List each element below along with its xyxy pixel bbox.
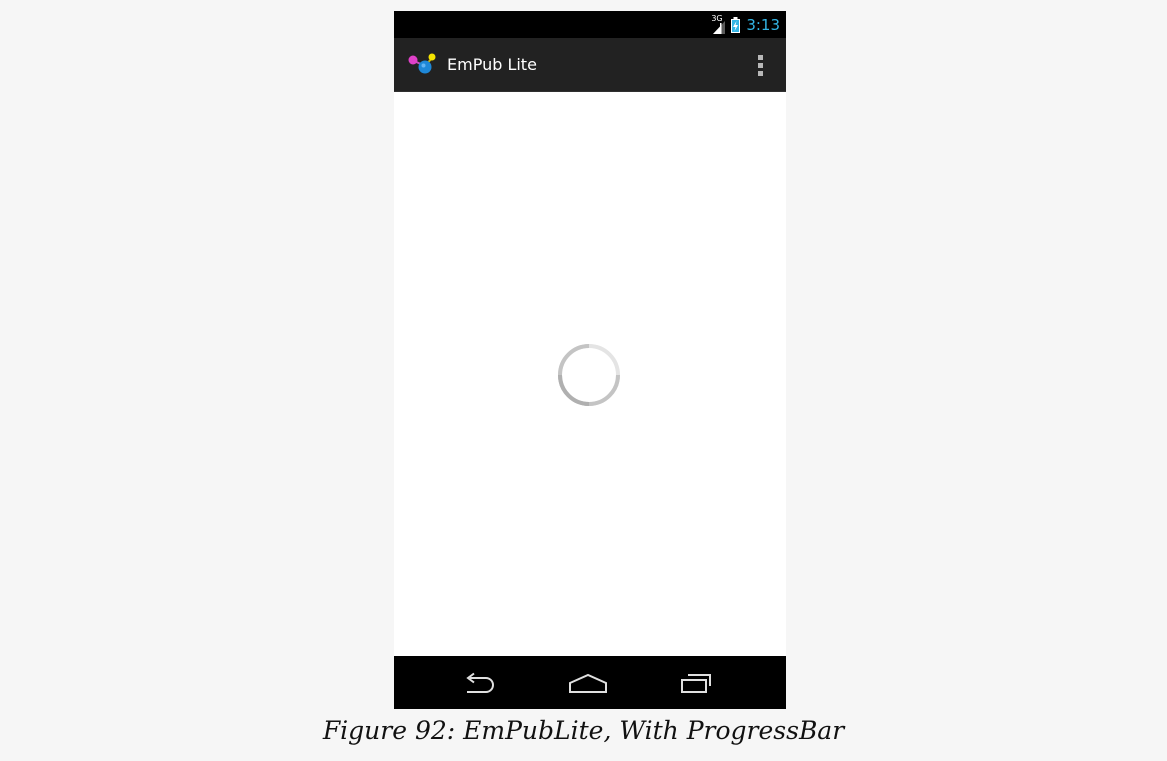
- navigation-bar: [394, 656, 786, 709]
- signal-icon: [713, 20, 726, 34]
- page: 3G 3:13 EmPub Lite Figure 92: EmPubLite,…: [0, 0, 1167, 761]
- content-area: [394, 92, 786, 656]
- home-button[interactable]: [568, 669, 608, 697]
- overflow-menu-icon[interactable]: [754, 52, 766, 78]
- battery-charging-icon: [731, 16, 741, 33]
- app-title: EmPub Lite: [447, 55, 537, 74]
- signal-indicator: 3G: [711, 14, 727, 34]
- status-bar-indicators: 3G 3:13: [711, 11, 780, 38]
- recent-apps-icon: [681, 674, 711, 693]
- status-clock: 3:13: [746, 15, 780, 34]
- overflow-dot: [757, 62, 763, 68]
- recent-apps-button[interactable]: [676, 669, 716, 697]
- figure-caption: Figure 92: EmPubLite, With ProgressBar: [322, 716, 845, 745]
- back-icon: [466, 672, 494, 693]
- status-bar: 3G 3:13: [394, 11, 786, 38]
- overflow-dot: [757, 54, 763, 60]
- overflow-dot: [757, 70, 763, 76]
- action-bar: EmPub Lite: [394, 38, 786, 92]
- back-button[interactable]: [460, 669, 500, 697]
- empub-logo-icon[interactable]: [408, 52, 438, 76]
- phone-screen: 3G 3:13 EmPub Lite: [394, 11, 786, 709]
- home-icon: [569, 673, 607, 693]
- progress-spinner-icon: [558, 344, 620, 406]
